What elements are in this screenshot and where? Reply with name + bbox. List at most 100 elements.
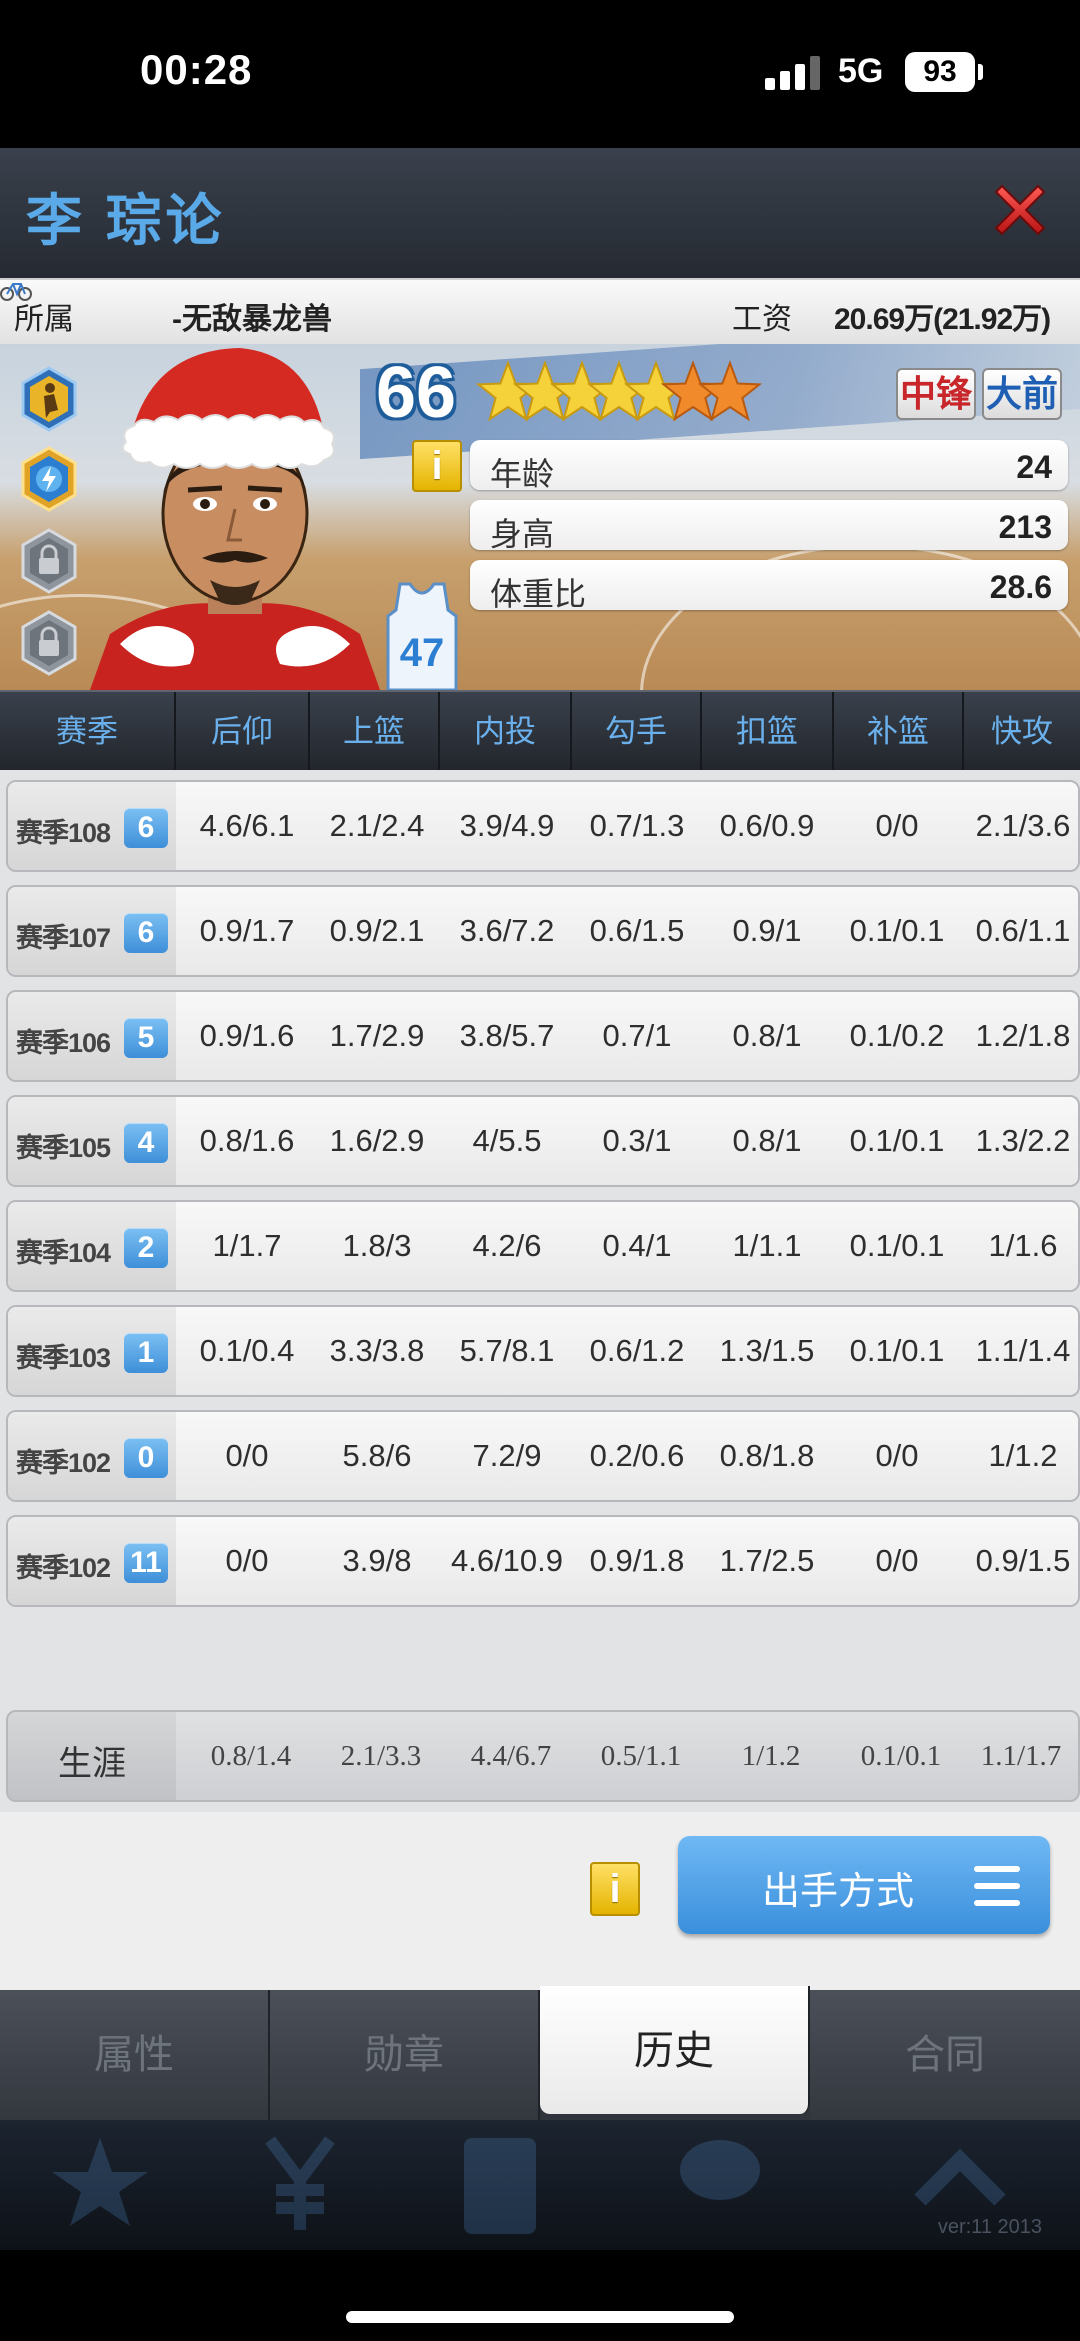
- tab-history[interactable]: 历史: [540, 1986, 810, 2114]
- stat-cell: 0.1/0.1: [849, 913, 945, 948]
- stat-cell: 7.2/9: [472, 1438, 542, 1473]
- shooting-info-icon[interactable]: i: [590, 1862, 640, 1916]
- season-label: 赛季108: [16, 818, 111, 848]
- attr-weight-ratio: 体重比 28.6: [470, 560, 1068, 612]
- stat-cell: 0.6/1.5: [589, 913, 685, 948]
- stat-cell: 0.3/1: [602, 1123, 672, 1158]
- stat-cell: 3.9/8: [342, 1543, 412, 1578]
- home-indicator-area: [0, 2250, 1080, 2341]
- attr-age: 年龄 24: [470, 440, 1068, 492]
- career-row: 生涯 0.8/1.4 2.1/3.3 4.4/6.7 0.5/1.1 1/1.2…: [6, 1710, 1080, 1802]
- season-label: 赛季107: [16, 923, 111, 953]
- stat-cell: 5.7/8.1: [459, 1333, 555, 1368]
- stat-cell: 1/1.2: [988, 1438, 1058, 1473]
- col-header: 补篮: [832, 692, 962, 772]
- table-row: 赛季103 1 0.1/0.4 3.3/3.8 5.7/8.1 0.6/1.2 1.3/1.…: [6, 1305, 1080, 1397]
- shooting-style-label: 出手方式: [762, 1871, 915, 1913]
- stats-table-header: 赛季 后仰 上篮 内投 勾手 扣篮 补篮 快攻: [0, 690, 1080, 772]
- col-header: 扣篮: [700, 692, 832, 772]
- table-row: 赛季108 6 4.6/6.1 2.1/2.4 3.9/4.9 0.7/1.3 0.6/0.…: [6, 780, 1080, 872]
- season-label: 赛季105: [16, 1133, 111, 1163]
- tab-bar: 属性 勋章 历史 合同: [0, 1986, 1080, 2120]
- col-header: 内投: [438, 692, 570, 772]
- attr-label: 身高: [490, 516, 555, 552]
- tab-contract[interactable]: 合同: [810, 1990, 1080, 2120]
- player-card: 66 中锋 大前 i 年龄 24 身高 213 体重比 28.6 47: [0, 344, 1080, 690]
- season-count-badge: 2: [124, 1228, 168, 1268]
- season-label: 赛季102: [16, 1448, 111, 1478]
- app-header: 李 琮论: [0, 148, 1080, 278]
- position-badge-power-forward: 大前: [982, 368, 1062, 420]
- stat-cell: 1.7/2.9: [329, 1018, 425, 1053]
- stat-cell: 3.3/3.8: [329, 1333, 425, 1368]
- clipboard-icon: [464, 2138, 536, 2234]
- stat-cell: 0.9/1.6: [199, 1018, 295, 1053]
- season-count-badge: 4: [124, 1123, 168, 1163]
- shooting-style-button[interactable]: 出手方式: [678, 1836, 1050, 1934]
- col-header: 快攻: [962, 692, 1080, 772]
- yen-icon: [265, 2136, 335, 2230]
- stat-cell: 3.9/4.9: [459, 808, 555, 843]
- team-name[interactable]: -无敌暴龙兽: [172, 294, 332, 338]
- stat-cell: 0.1/0.1: [849, 1333, 945, 1368]
- tab-medals[interactable]: 勋章: [270, 1990, 540, 2120]
- stat-cell: 0.9/1: [732, 913, 802, 948]
- background-nav: [0, 2120, 1080, 2250]
- career-cell: 0.5/1.1: [600, 1740, 682, 1772]
- stat-cell: 0.9/1.8: [589, 1543, 685, 1578]
- career-cell: 0.8/1.4: [210, 1740, 292, 1772]
- salary-label: 工资: [732, 303, 792, 336]
- stat-cell: 4/5.5: [472, 1123, 542, 1158]
- season-count-badge: 0: [124, 1438, 168, 1478]
- stat-cell: 0/0: [225, 1438, 269, 1473]
- battery-tip: [978, 64, 983, 80]
- stat-cell: 1.3/1.5: [719, 1333, 815, 1368]
- table-row: 赛季106 5 0.9/1.6 1.7/2.9 3.8/5.7 0.7/1 0.8/1 0.1…: [6, 990, 1080, 1082]
- stat-cell: 0.8/1: [732, 1018, 802, 1053]
- stat-cell: 3.8/5.7: [459, 1018, 555, 1053]
- trophy-icon: [680, 2140, 760, 2200]
- battery-icon: 93: [905, 52, 975, 92]
- career-cell: 0.1/0.1: [860, 1740, 942, 1772]
- col-header: 勾手: [570, 692, 700, 772]
- stat-cell: 3.6/7.2: [459, 913, 555, 948]
- stat-cell: 1.3/2.2: [975, 1123, 1071, 1158]
- status-bar: 00:28 5G 93: [0, 0, 1080, 148]
- position-badge-center: 中锋: [896, 368, 976, 420]
- stat-cell: 1.1/1.4: [975, 1333, 1071, 1368]
- team-label: 所属: [14, 303, 74, 336]
- info-icon[interactable]: i: [412, 440, 462, 492]
- basketball-player-badge-icon[interactable]: [20, 366, 78, 432]
- attr-value: 28.6: [989, 569, 1052, 605]
- career-cell: 2.1/3.3: [340, 1740, 422, 1772]
- stat-cell: 0.7/1.3: [589, 808, 685, 843]
- stat-cell: 0.1/0.1: [849, 1228, 945, 1263]
- stat-cell: 0/0: [875, 1543, 919, 1578]
- table-row: 赛季105 4 0.8/1.6 1.6/2.9 4/5.5 0.3/1 0.8/1 0.1/0…: [6, 1095, 1080, 1187]
- season-count-badge: 6: [124, 913, 168, 953]
- status-time: 00:28: [140, 46, 253, 93]
- stat-cell: 0/0: [875, 808, 919, 843]
- attr-label: 体重比: [490, 576, 587, 612]
- stat-cell: 0.7/1: [602, 1018, 672, 1053]
- jersey-icon: 47: [386, 582, 458, 690]
- stat-cell: 4.6/6.1: [199, 808, 295, 843]
- tab-attributes[interactable]: 属性: [0, 1990, 270, 2120]
- star-rating: [476, 360, 763, 422]
- career-label: 生涯: [58, 1745, 126, 1783]
- salary-value: 20.69万(21.92万): [834, 303, 1051, 336]
- stat-cell: 0.1/0.1: [849, 1123, 945, 1158]
- home-indicator[interactable]: [346, 2311, 734, 2323]
- overall-rating: 66: [376, 353, 457, 433]
- attr-label: 年龄: [490, 456, 555, 492]
- stat-cell: 1.7/2.5: [719, 1543, 815, 1578]
- stat-cell: 1.2/1.8: [975, 1018, 1071, 1053]
- season-count-badge: 1: [124, 1333, 168, 1373]
- close-icon[interactable]: [988, 178, 1052, 242]
- lightning-badge-icon[interactable]: [20, 446, 78, 512]
- stat-cell: 1/1.6: [988, 1228, 1058, 1263]
- attr-height: 身高 213: [470, 500, 1068, 552]
- table-row: 赛季107 6 0.9/1.7 0.9/2.1 3.6/7.2 0.6/1.5 0.9/1 0…: [6, 885, 1080, 977]
- table-row: 赛季102 0 0/0 5.8/6 7.2/9 0.2/0.6 0.8/1.8 0/0 1/1.…: [6, 1410, 1080, 1502]
- career-cell: 4.4/6.7: [470, 1740, 552, 1772]
